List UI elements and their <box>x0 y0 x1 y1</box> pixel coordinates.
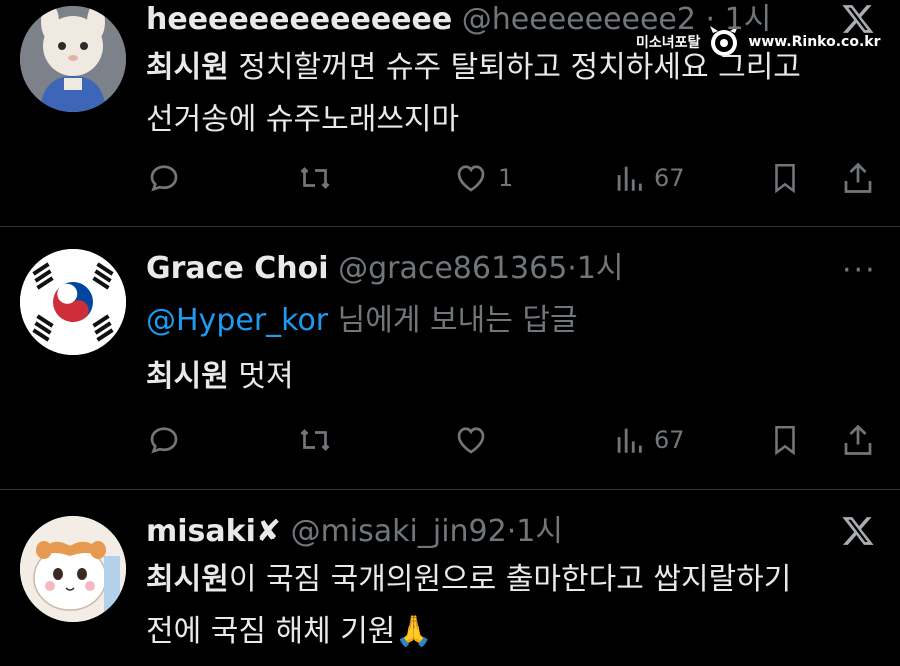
body-text-line-1: 이 국짐 국개의원으로 출마한다고 쌉지랄하기 <box>228 562 792 597</box>
reply-mention-link[interactable]: @Hyper_kor <box>146 303 328 338</box>
heart-icon <box>457 427 485 454</box>
body-text-line-1: 정치할꺼면 슈주 탈퇴하고 정치하세요 그리고 <box>228 50 801 85</box>
body-text-line-2: 전에 국짐 해체 기원 <box>146 614 396 649</box>
share-icon <box>844 162 872 193</box>
reply-icon <box>150 165 178 192</box>
tweet-actions: 67 <box>146 420 886 460</box>
views-bar-chart-icon <box>617 428 642 453</box>
tweet-header: misaki✘ @misaki_jin92·1시 <box>146 514 563 550</box>
user-handle[interactable]: @misaki_jin92 <box>291 514 507 549</box>
tweet-time[interactable]: 1시 <box>516 514 563 549</box>
share-button[interactable] <box>840 420 876 460</box>
user-handle[interactable]: @heeeeeeeee2 <box>462 2 696 37</box>
tweet-3[interactable]: misaki✘ @misaki_jin92·1시 최시원이 국짐 국개의원으로 … <box>0 490 900 666</box>
reply-button[interactable] <box>146 420 182 460</box>
body-highlight: 최시원 <box>146 359 229 394</box>
tweet-time[interactable]: 1시 <box>577 251 624 286</box>
like-button[interactable] <box>452 420 490 460</box>
retweet-icon <box>300 429 330 451</box>
tweet-2[interactable]: Grace Choi @grace861365·1시 ··· @Hyper_ko… <box>0 227 900 489</box>
praying-hands-emoji: 🙏 <box>395 614 433 649</box>
name-x-mark: ✘ <box>255 514 282 549</box>
display-name[interactable]: heeeeeeeeeeeeee <box>146 2 452 37</box>
user-handle[interactable]: @grace861365 <box>338 251 567 286</box>
retweet-icon <box>300 167 330 189</box>
reply-note-text: 님에게 보내는 답글 <box>328 303 578 338</box>
separator-dot: · <box>705 2 716 37</box>
bookmark-icon <box>775 163 795 194</box>
view-count: 67 <box>654 426 685 454</box>
separator-dot: · <box>506 514 517 549</box>
tweet-header: Grace Choi @grace861365·1시 <box>146 251 624 287</box>
display-name[interactable]: misaki✘ <box>146 514 281 549</box>
korean-flag-avatar[interactable] <box>20 249 126 355</box>
display-name[interactable]: Grace Choi <box>146 251 329 286</box>
reply-icon <box>150 427 178 454</box>
body-highlight: 최시원 <box>146 562 229 597</box>
bookmark-icon <box>775 425 795 456</box>
like-count: 1 <box>498 164 514 192</box>
tweet-1[interactable]: heeeeeeeeeeeeee @heeeeeeeee2 · 1시 최시원 정치… <box>0 0 900 226</box>
x-logo-icon[interactable] <box>840 2 876 36</box>
body-highlight: 최시원 <box>146 50 229 85</box>
more-options-icon[interactable]: ··· <box>842 253 877 288</box>
tweet-header: heeeeeeeeeeeeee @heeeeeeeee2 · 1시 <box>146 2 771 38</box>
reply-button[interactable] <box>146 158 182 198</box>
bookmark-button[interactable] <box>768 158 802 198</box>
tweet-body: 최시원이 국짐 국개의원으로 출마한다고 쌉지랄하기 전에 국짐 해체 기원🙏 <box>146 554 791 658</box>
tweet-body: 최시원 멋져 <box>146 351 294 403</box>
views-button[interactable]: 67 <box>612 158 685 198</box>
views-bar-chart-icon <box>617 166 642 191</box>
tweet-body: 최시원 정치할꺼면 슈주 탈퇴하고 정치하세요 그리고 선거송에 슈주노래쓰지마 <box>146 42 801 146</box>
heart-icon <box>457 165 485 192</box>
retweet-button[interactable] <box>296 158 334 198</box>
body-text-line-2: 선거송에 슈주노래쓰지마 <box>146 102 460 137</box>
tweet-time[interactable]: 1시 <box>725 2 772 37</box>
separator-dot: · <box>567 251 577 286</box>
reply-context: @Hyper_kor 님에게 보내는 답글 <box>146 295 578 347</box>
tweet-actions: 1 67 <box>146 158 886 198</box>
share-button[interactable] <box>840 158 876 198</box>
like-button[interactable]: 1 <box>452 158 513 198</box>
display-name-text: misaki <box>146 514 256 549</box>
views-button[interactable]: 67 <box>612 420 685 460</box>
view-count: 67 <box>654 164 685 192</box>
plush-bunny-avatar[interactable] <box>20 6 126 112</box>
retweet-button[interactable] <box>296 420 334 460</box>
body-text: 멋져 <box>228 359 294 394</box>
hamster-cartoon-avatar[interactable] <box>20 516 126 622</box>
share-icon <box>844 424 872 455</box>
bookmark-button[interactable] <box>768 420 802 460</box>
x-logo-icon[interactable] <box>840 514 876 548</box>
